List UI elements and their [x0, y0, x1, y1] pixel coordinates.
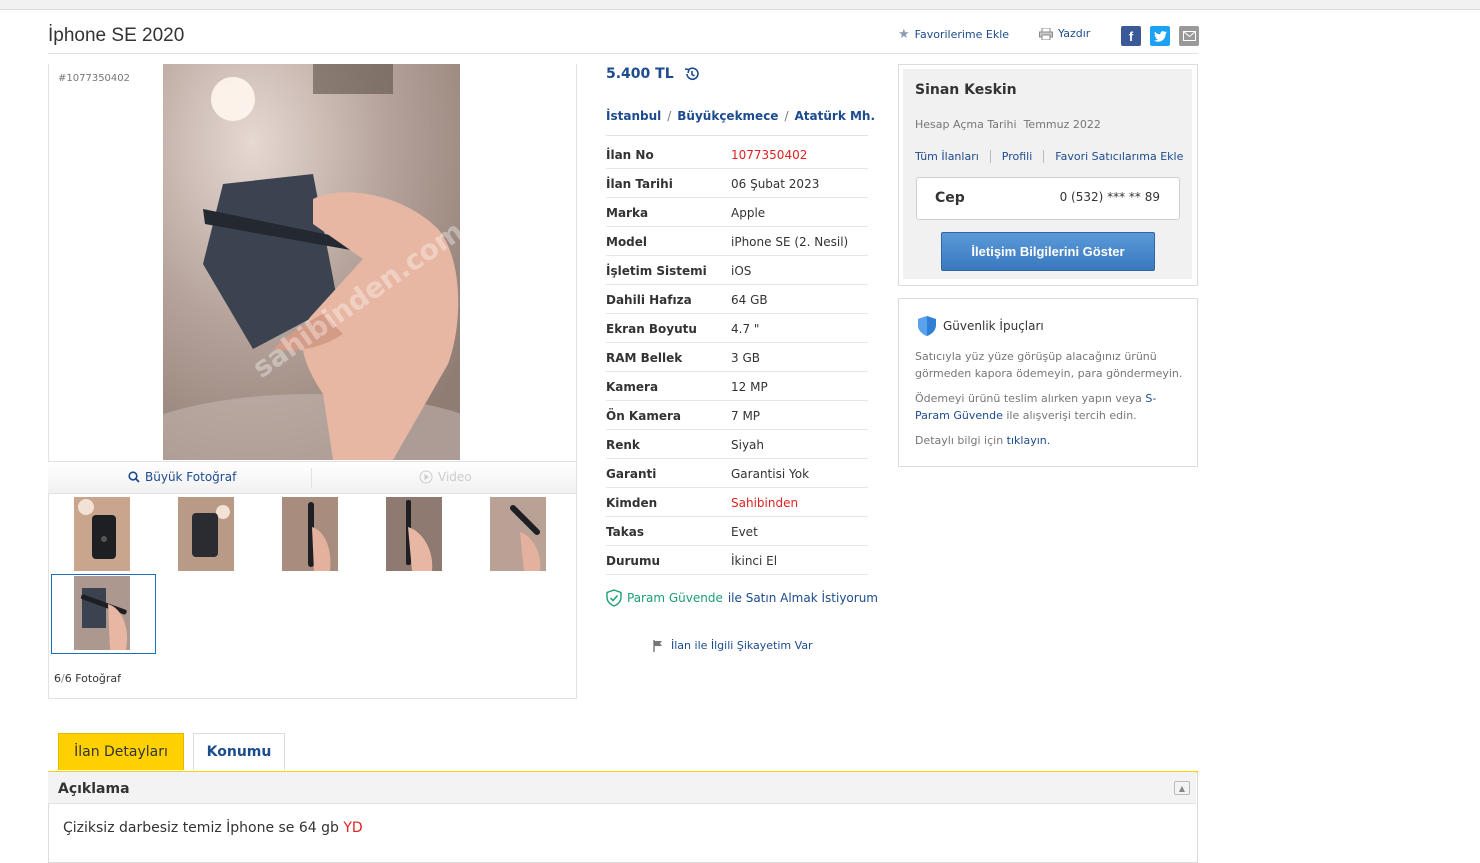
- top-bar: [0, 0, 1480, 10]
- tip-2: Ödemeyi ürünü teslim alırken yapın veya …: [915, 392, 1157, 422]
- info-row: Takas Evet: [606, 517, 868, 546]
- thumbnail[interactable]: [178, 497, 234, 571]
- collapse-icon[interactable]: ▲: [1174, 781, 1190, 795]
- info-row: Kimden Sahibinden: [606, 488, 868, 517]
- price: 5.400 TL: [606, 66, 700, 82]
- info-row: RAM Bellek 3 GB: [606, 343, 868, 372]
- add-favorite-seller-link[interactable]: Favori Satıcılarıma Ekle: [1043, 150, 1194, 163]
- location-neighborhood[interactable]: Atatürk Mh.: [795, 109, 876, 123]
- title-divider: [48, 53, 1198, 54]
- info-row: Ekran Boyutu 4.7 ": [606, 314, 868, 343]
- show-contact-button[interactable]: İletişim Bilgilerini Göster: [941, 232, 1155, 271]
- ad-number-label: #1077350402: [58, 73, 131, 84]
- description-text: Çiziksiz darbesiz temiz İphone se 64 gb …: [63, 820, 363, 836]
- description-header: [48, 772, 1196, 804]
- info-row: Renk Siyah: [606, 430, 868, 459]
- location-district[interactable]: Büyükçekmece: [677, 109, 778, 123]
- magnifier-icon: [128, 471, 140, 483]
- print-label: Yazdır: [1058, 27, 1091, 40]
- photo-tabs: Büyük Fotoğraf Video: [48, 461, 576, 494]
- info-row: Garanti Garantisi Yok: [606, 459, 868, 488]
- info-row: Ön Kamera 7 MP: [606, 401, 868, 430]
- thumbnail[interactable]: [74, 497, 130, 571]
- thumbnail[interactable]: [386, 497, 442, 571]
- big-photo-tab[interactable]: Büyük Fotoğraf: [128, 470, 236, 484]
- info-row: Dahili Hafıza 64 GB: [606, 285, 868, 314]
- info-row: İşletim Sistemi iOS: [606, 256, 868, 285]
- location-city[interactable]: İstanbul: [606, 109, 661, 123]
- phone-box: Cep 0 (532) *** ** 89: [916, 177, 1180, 220]
- video-label: Video: [438, 470, 472, 484]
- phone-label: Cep: [935, 190, 965, 206]
- info-row: İlan Tarihi 06 Şubat 2023: [606, 169, 868, 198]
- phone-number: 0 (532) *** ** 89: [1059, 190, 1160, 204]
- tab-location[interactable]: Konumu: [193, 733, 285, 770]
- tip-1: Satıcıyla yüz yüze görüşüp alacağınız ür…: [915, 350, 1183, 380]
- param-brand: Param Güvende: [627, 591, 723, 605]
- info-row: Marka Apple: [606, 198, 868, 227]
- complaint-link[interactable]: İlan ile İlgili Şikayetim Var: [653, 639, 813, 652]
- play-icon: [419, 470, 433, 484]
- info-row: İlan No 1077350402: [606, 140, 868, 169]
- tab-divider: [311, 468, 312, 488]
- photo-count: 6/6 Fotoğraf: [54, 672, 122, 685]
- shield-icon: [918, 316, 936, 336]
- seller-profile-link[interactable]: Profili: [989, 150, 1044, 163]
- breadcrumb-location: İstanbul / Büyükçekmece / Atatürk Mh.: [606, 109, 876, 123]
- price-history-icon[interactable]: [684, 66, 700, 82]
- flag-icon: [653, 639, 662, 652]
- info-row: Durumu İkinci El: [606, 546, 868, 575]
- big-photo-label: Büyük Fotoğraf: [145, 470, 237, 484]
- shield-check-icon: [606, 589, 622, 607]
- safety-tips-title: Güvenlik İpuçları: [917, 315, 1044, 337]
- print-link[interactable]: Yazdır: [1039, 27, 1090, 40]
- price-value: 5.400 TL: [606, 66, 674, 82]
- seller-since: Hesap Açma Tarihi Temmuz 2022: [915, 118, 1101, 131]
- email-share-icon[interactable]: [1179, 26, 1199, 46]
- complaint-label: İlan ile İlgili Şikayetim Var: [671, 639, 813, 652]
- thumbnail[interactable]: [74, 576, 130, 650]
- detail-tabs: İlan Detayları Konumu: [48, 733, 1198, 773]
- tip-3: Detaylı bilgi için tıklayın.: [915, 434, 1051, 447]
- twitter-share-icon[interactable]: [1150, 26, 1170, 46]
- listing-info-table: İlan No 1077350402 İlan Tarihi 06 Şubat 20…: [606, 140, 868, 575]
- location-divider: [606, 135, 868, 136]
- description-title: Açıklama: [58, 781, 130, 797]
- printer-icon: [1039, 27, 1053, 40]
- facebook-share-icon[interactable]: f: [1121, 26, 1141, 46]
- info-row: Model iPhone SE (2. Nesil): [606, 227, 868, 256]
- tab-listing-details[interactable]: İlan Detayları: [58, 733, 184, 770]
- seller-links: Tüm İlanları Profili Favori Satıcılarıma…: [915, 150, 1194, 163]
- more-info-link[interactable]: tıklayın.: [1007, 434, 1051, 447]
- info-row: Kamera 12 MP: [606, 372, 868, 401]
- seller-all-ads-link[interactable]: Tüm İlanları: [915, 150, 990, 163]
- main-photo[interactable]: sahibinden.com: [163, 64, 460, 460]
- add-favorite-link[interactable]: ★ Favorilerime Ekle: [898, 27, 1009, 42]
- add-favorite-label: Favorilerime Ekle: [914, 28, 1010, 41]
- video-tab: Video: [419, 470, 472, 484]
- star-icon: ★: [898, 27, 910, 42]
- page-title: İphone SE 2020: [48, 25, 185, 46]
- param-guvende-link[interactable]: Param Güvende ile Satın Almak İstiyorum: [606, 589, 878, 607]
- param-text: ile Satın Almak İstiyorum: [727, 591, 878, 605]
- thumbnail[interactable]: [490, 497, 546, 571]
- thumbnail[interactable]: [282, 497, 338, 571]
- seller-name[interactable]: Sinan Keskin: [915, 82, 1017, 98]
